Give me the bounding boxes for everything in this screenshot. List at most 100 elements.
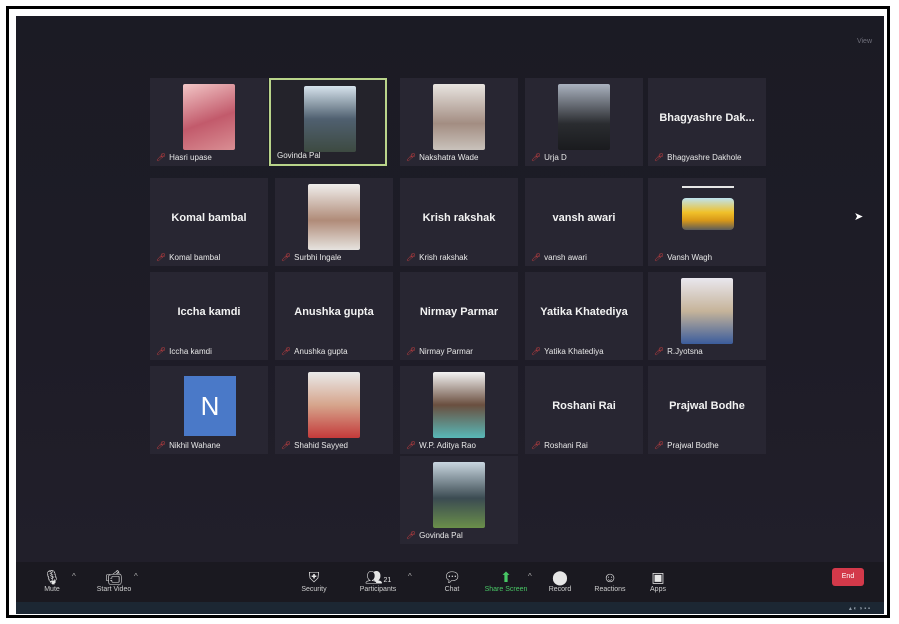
participant-name-label: 🎤︎ Roshani Rai <box>531 441 588 450</box>
muted-mic-icon: 🎤︎ <box>654 153 665 162</box>
muted-mic-icon: 🎤︎ <box>531 441 542 450</box>
participant-tile-yatika-khatediya[interactable]: Yatika Khatediya 🎤︎ Yatika Khatediya <box>525 272 643 360</box>
participant-name-label: 🎤︎ Bhagyashre Dakhole <box>654 153 742 162</box>
participant-tile-prajwal-bodhe[interactable]: Prajwal Bodhe 🎤︎ Prajwal Bodhe <box>648 366 766 454</box>
muted-mic-icon: 🎤︎ <box>156 253 167 262</box>
chat-bubble-icon: 💬︎ <box>443 569 461 585</box>
muted-mic-icon: 🎤︎ <box>281 253 292 262</box>
participant-video <box>308 372 360 438</box>
windows-taskbar: ▴ ◐ ◑ ▪ ▪ <box>16 602 884 614</box>
participant-tile-surbhi-ingale[interactable]: 🎤︎ Surbhi Ingale <box>275 178 393 266</box>
participant-name-label: 🎤︎ Nakshatra Wade <box>406 153 479 162</box>
avatar: N <box>184 376 236 436</box>
share-screen-icon: ⬆ <box>500 569 512 585</box>
participant-name-label: 🎤︎ W.P. Aditya Rao <box>406 441 476 450</box>
participant-name-label: 🎤︎ Urja D <box>531 153 567 162</box>
muted-mic-icon: 🎤︎ <box>654 253 665 262</box>
security-button[interactable]: ⛨ Security <box>286 568 342 593</box>
muted-mic-icon: 🎤︎ <box>654 441 665 450</box>
participant-tile-nakshatra-wade[interactable]: 🎤︎ Nakshatra Wade <box>400 78 518 166</box>
participant-tile-iccha-kamdi[interactable]: Iccha kamdi 🎤︎ Iccha kamdi <box>150 272 268 360</box>
muted-mic-icon: 🎤︎ <box>406 531 417 540</box>
participant-tile-urja-d[interactable]: 🎤︎ Urja D <box>525 78 643 166</box>
participant-name-label: 🎤︎ Iccha kamdi <box>156 347 212 356</box>
participant-name-label: 🎤︎ vansh awari <box>531 253 587 262</box>
record-icon: ⬤ <box>552 569 568 585</box>
participant-display-name: Iccha kamdi <box>177 306 241 318</box>
mute-options-caret[interactable]: ^ <box>72 572 76 581</box>
muted-mic-icon: 🎤︎ <box>406 441 417 450</box>
participant-video <box>308 184 360 250</box>
muted-mic-icon: 🎤︎ <box>156 153 167 162</box>
participant-name-label: 🎤︎ Surbhi Ingale <box>281 253 342 262</box>
muted-mic-icon: 🎤︎ <box>406 253 417 262</box>
participant-tile-krish-rakshak[interactable]: Krish rakshak 🎤︎ Krish rakshak <box>400 178 518 266</box>
participant-tile-bhagyashre[interactable]: Bhagyashre Dak... 🎤︎ Bhagyashre Dakhole <box>648 78 766 166</box>
participant-name-label: 🎤︎ Shahid Sayyed <box>281 441 348 450</box>
participant-name-label: 🎤︎ Govinda Pal <box>406 531 463 540</box>
participant-video <box>183 84 235 150</box>
participant-tile-govinda-pal[interactable]: 🎤︎ Govinda Pal <box>400 456 518 544</box>
participants-options-caret[interactable]: ^ <box>408 572 412 581</box>
participant-tile-vansh-wagh[interactable]: 🎤︎ Vansh Wagh <box>648 178 766 266</box>
participant-video <box>433 372 485 438</box>
participant-display-name: vansh awari <box>552 212 616 224</box>
muted-mic-icon: 🎤︎ <box>654 347 665 356</box>
participant-video <box>681 278 733 344</box>
participant-display-name: Krish rakshak <box>422 212 496 224</box>
participant-tile-roshani-rai[interactable]: Roshani Rai 🎤︎ Roshani Rai <box>525 366 643 454</box>
participant-tile-vansh-awari[interactable]: vansh awari 🎤︎ vansh awari <box>525 178 643 266</box>
shield-icon: ⛨ <box>308 569 320 585</box>
apps-icon: ▣ <box>651 569 665 585</box>
system-tray: ▴ ◐ ◑ ▪ ▪ <box>848 606 870 612</box>
share-screen-button[interactable]: ⬆ Share Screen <box>478 568 534 593</box>
participant-name-label: 🎤︎ Yatika Khatediya <box>531 347 604 356</box>
mouse-cursor-icon: ➤ <box>854 211 864 223</box>
participant-tile-aditya-rao[interactable]: 🎤︎ W.P. Aditya Rao <box>400 366 518 454</box>
participant-tile-nirmay-parmar[interactable]: Nirmay Parmar 🎤︎ Nirmay Parmar <box>400 272 518 360</box>
muted-mic-icon: 🎤︎ <box>531 253 542 262</box>
apps-button[interactable]: ▣ Apps <box>630 568 686 593</box>
participant-display-name: Nirmay Parmar <box>419 306 499 318</box>
participant-tile-shahid-sayyed[interactable]: 🎤︎ Shahid Sayyed <box>275 366 393 454</box>
participant-name-label: 🎤︎ Anushka gupta <box>281 347 348 356</box>
muted-mic-icon: 🎤︎ <box>281 441 292 450</box>
participant-video <box>304 86 356 152</box>
participant-display-name: Anushka gupta <box>294 306 374 318</box>
participant-name-label: 🎤︎ Komal bambal <box>156 253 221 262</box>
participant-tile-komal-bambal[interactable]: Komal bambal 🎤︎ Komal bambal <box>150 178 268 266</box>
record-button[interactable]: ⬤ Record <box>532 568 588 593</box>
zoom-meeting-window: View 🎤︎ Hasri upase Govinda Pal 🎤︎ Nakshat… <box>16 16 884 614</box>
participant-tile-anushka-gupta[interactable]: Anushka gupta 🎤︎ Anushka gupta <box>275 272 393 360</box>
muted-mic-icon: 🎤︎ <box>281 347 292 356</box>
participant-name-label: 🎤︎ Vansh Wagh <box>654 253 713 262</box>
muted-mic-icon: 🎤︎ <box>406 153 417 162</box>
people-icon: 👥︎21 <box>364 569 392 585</box>
participant-display-name: Yatika Khatediya <box>540 306 628 318</box>
participant-tile-nikhil-wahane[interactable]: N 🎤︎ Nikhil Wahane <box>150 366 268 454</box>
participant-video <box>433 462 485 528</box>
muted-mic-icon: 🎤︎ <box>156 347 167 356</box>
participant-name-label: 🎤︎ Prajwal Bodhe <box>654 441 719 450</box>
chat-button[interactable]: 💬︎ Chat <box>424 568 480 593</box>
video-top-bar <box>682 186 734 188</box>
muted-mic-icon: 🎤︎ <box>156 441 167 450</box>
participant-name-label: 🎤︎ Krish rakshak <box>406 253 468 262</box>
participant-name-label: Govinda Pal <box>277 151 321 160</box>
participant-name-label: 🎤︎ Nikhil Wahane <box>156 441 221 450</box>
video-options-caret[interactable]: ^ <box>134 572 138 581</box>
participant-display-name: Roshani Rai <box>552 400 616 412</box>
muted-mic-icon: 🎤︎ <box>406 347 417 356</box>
view-button[interactable]: View <box>857 38 872 45</box>
end-meeting-button[interactable]: End <box>832 568 864 586</box>
participant-video <box>558 84 610 150</box>
participant-tile-hasri-upase[interactable]: 🎤︎ Hasri upase <box>150 78 268 166</box>
muted-mic-icon: 🎤︎ <box>531 153 542 162</box>
participants-button[interactable]: 👥︎21 Participants <box>350 568 406 593</box>
participant-tile-govinda-pal-active[interactable]: Govinda Pal <box>269 78 387 166</box>
participant-name-label: 🎤︎ R.Jyotsna <box>654 347 703 356</box>
participant-tile-r-jyotsna[interactable]: 🎤︎ R.Jyotsna <box>648 272 766 360</box>
participant-name-label: 🎤︎ Hasri upase <box>156 153 212 162</box>
participant-display-name: Prajwal Bodhe <box>669 400 745 412</box>
car-profile-picture <box>682 198 734 230</box>
